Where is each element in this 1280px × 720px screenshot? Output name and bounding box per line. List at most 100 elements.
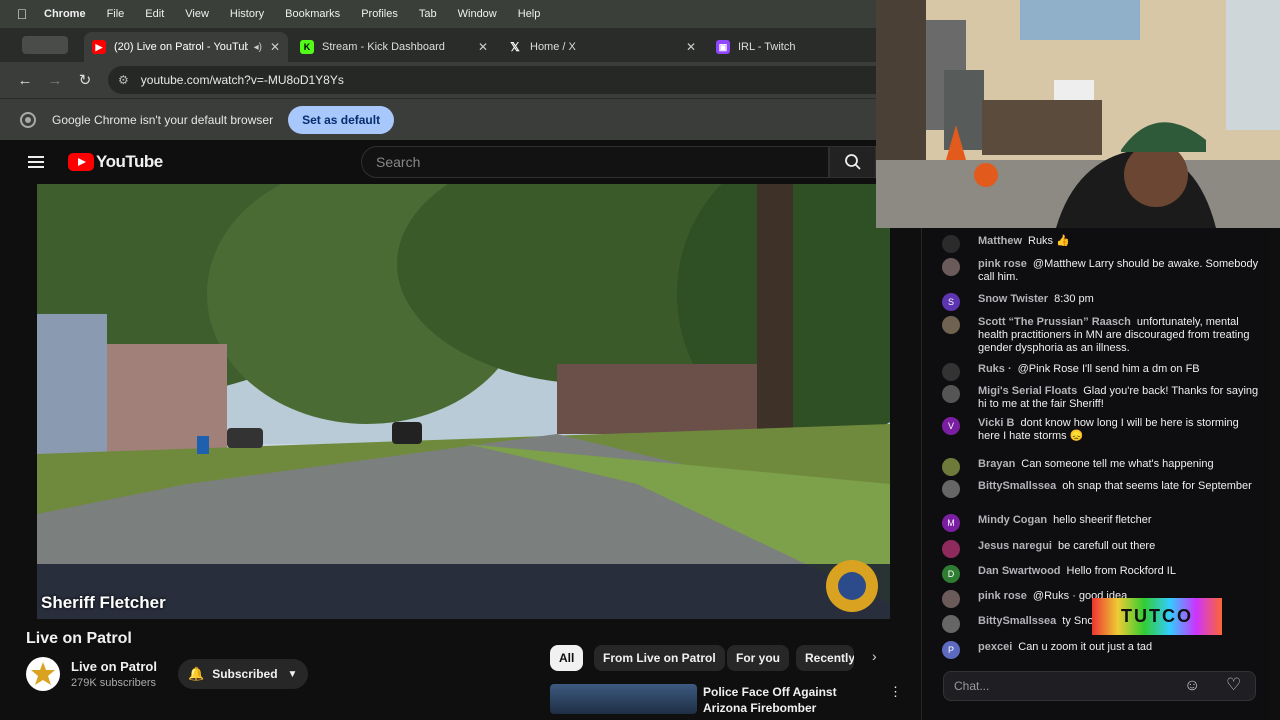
chat-username[interactable]: pink rose: [978, 590, 1027, 602]
menu-help[interactable]: Help: [518, 8, 541, 20]
tab-label: IRL - Twitch: [738, 41, 796, 53]
search-input[interactable]: Search: [361, 146, 829, 178]
heart-icon[interactable]: ♡: [1226, 675, 1241, 695]
youtube-play-icon: [68, 153, 94, 171]
x-icon: 𝕏: [510, 40, 520, 54]
back-icon[interactable]: ←: [10, 72, 40, 89]
forward-icon[interactable]: →: [40, 72, 70, 89]
tab-x[interactable]: 𝕏 Home / X ✕: [500, 32, 704, 62]
chat-username[interactable]: Matthew: [978, 235, 1022, 247]
tab-twitch[interactable]: ▣ IRL - Twitch: [708, 32, 876, 62]
menu-window[interactable]: Window: [458, 8, 497, 20]
avatar: [942, 540, 960, 558]
subscribed-label: Subscribed: [212, 667, 278, 681]
video-player[interactable]: Sheriff Fletcher: [37, 184, 890, 619]
chat-username[interactable]: Dan Swartwood: [978, 565, 1061, 577]
chat-username[interactable]: Vicki B: [978, 417, 1015, 429]
chip-from-channel[interactable]: From Live on Patrol: [594, 645, 725, 671]
chevron-down-icon: ▼: [287, 668, 298, 680]
chat-username[interactable]: Brayan: [978, 458, 1015, 470]
chevron-right-icon[interactable]: ›: [872, 648, 877, 664]
avatar: S: [942, 293, 960, 311]
menu-icon[interactable]: [28, 153, 44, 171]
set-default-button[interactable]: Set as default: [288, 105, 395, 134]
youtube-wordmark: YouTube: [96, 152, 163, 171]
chat-username[interactable]: BittySmallssea: [978, 615, 1056, 627]
chip-recently[interactable]: Recently: [796, 645, 854, 671]
avatar: V: [942, 417, 960, 435]
avatar: [942, 363, 960, 381]
default-browser-infobar: Google Chrome isn't your default browser…: [0, 98, 876, 140]
chat-text: dont know how long I will be here is sto…: [978, 417, 1239, 442]
chat-text: Can someone tell me what's happening: [1021, 458, 1214, 470]
chat-message: BittySmallssea oh snap that seems late fo…: [942, 480, 1262, 498]
emoji-icon[interactable]: ☺: [1184, 677, 1200, 695]
more-options-icon[interactable]: ⋮: [889, 684, 902, 700]
chip-all[interactable]: All: [550, 645, 584, 671]
tutco-overlay-badge: TUTCO: [1092, 598, 1222, 635]
menu-history[interactable]: History: [230, 8, 264, 20]
youtube-icon: ▶: [92, 40, 106, 54]
chat-username[interactable]: Jesus naregui: [978, 540, 1052, 552]
speaker-icon[interactable]: ◂): [254, 42, 262, 53]
video-overlay-label: Sheriff Fletcher: [41, 593, 166, 612]
channel-avatar[interactable]: [26, 657, 60, 691]
recommended-title[interactable]: Police Face Off Against Arizona Firebomb…: [703, 684, 883, 716]
menu-bookmarks[interactable]: Bookmarks: [285, 8, 340, 20]
chat-input[interactable]: Chat...: [943, 671, 1256, 701]
twitch-icon: ▣: [716, 40, 730, 54]
apple-icon[interactable]: : [0, 6, 44, 22]
reload-icon[interactable]: ↻: [70, 71, 100, 89]
recommended-thumbnail[interactable]: [550, 684, 697, 714]
subscribed-button[interactable]: 🔔 Subscribed ▼: [178, 659, 308, 689]
tab-label: Stream - Kick Dashboard: [322, 41, 445, 53]
site-info-icon[interactable]: ⚙: [118, 73, 129, 87]
chat-username[interactable]: pink rose: [978, 258, 1027, 270]
chat-text: Hello from Rockford IL: [1066, 565, 1176, 577]
menu-edit[interactable]: Edit: [145, 8, 164, 20]
menu-app-name[interactable]: Chrome: [44, 8, 86, 20]
menu-tab[interactable]: Tab: [419, 8, 437, 20]
avatar: [942, 615, 960, 633]
channel-name[interactable]: Live on Patrol: [71, 659, 157, 674]
kick-icon: K: [300, 40, 314, 54]
youtube-logo[interactable]: YouTube: [68, 152, 163, 172]
tab-group-icon[interactable]: [22, 36, 68, 54]
video-frame: [37, 184, 890, 619]
chat-username[interactable]: pexcei: [978, 641, 1012, 653]
chat-username[interactable]: Mindy Cogan: [978, 514, 1047, 526]
chat-text: be carefull out there: [1057, 540, 1156, 552]
close-icon[interactable]: ✕: [478, 40, 488, 54]
menu-profiles[interactable]: Profiles: [361, 8, 398, 20]
address-bar[interactable]: ⚙ youtube.com/watch?v=-MU8oD1Y8Ys: [108, 66, 876, 94]
chat-text: @Pink Rose I'll send him a dm on FB: [1017, 363, 1200, 375]
menu-file[interactable]: File: [107, 8, 125, 20]
chat-message: Jesus naregui be carefull out there: [942, 540, 1262, 558]
search-icon: [844, 154, 861, 170]
chat-username[interactable]: Scott “The Prussian” Raasch: [978, 316, 1131, 328]
browser-toolbar: ← → ↻ ⚙ youtube.com/watch?v=-MU8oD1Y8Ys: [0, 62, 876, 98]
chat-message: S Snow Twister 8:30 pm: [942, 293, 1262, 311]
chat-message: M Mindy Cogan hello sheerif fletcher: [942, 514, 1262, 532]
avatar: P: [942, 641, 960, 659]
avatar: [942, 590, 960, 608]
chat-username[interactable]: Ruks ·: [978, 363, 1012, 375]
chat-message: pink rose @Matthew Larry should be awake.…: [942, 258, 1262, 284]
tab-strip: ▶ (20) Live on Patrol - YouTube ◂) ✕ K S…: [0, 28, 876, 62]
search-button[interactable]: [829, 146, 876, 178]
chat-username[interactable]: BittySmallssea: [978, 480, 1056, 492]
video-title: Live on Patrol: [26, 630, 132, 647]
chat-username[interactable]: Snow Twister: [978, 293, 1048, 305]
chat-username[interactable]: Migi's Serial Floats: [978, 385, 1077, 397]
avatar: [942, 480, 960, 498]
url-text: youtube.com/watch?v=-MU8oD1Y8Ys: [140, 73, 344, 87]
avatar: [942, 385, 960, 403]
menu-view[interactable]: View: [185, 8, 209, 20]
tab-kick[interactable]: K Stream - Kick Dashboard ✕: [292, 32, 496, 62]
chip-for-you[interactable]: For you: [727, 645, 789, 671]
close-icon[interactable]: ✕: [686, 40, 696, 54]
chat-message: Scott “The Prussian” Raasch unfortunately…: [942, 316, 1262, 355]
close-icon[interactable]: ✕: [270, 40, 280, 54]
chat-text: oh snap that seems late for September: [1062, 480, 1252, 492]
tab-youtube[interactable]: ▶ (20) Live on Patrol - YouTube ◂) ✕: [84, 32, 288, 62]
